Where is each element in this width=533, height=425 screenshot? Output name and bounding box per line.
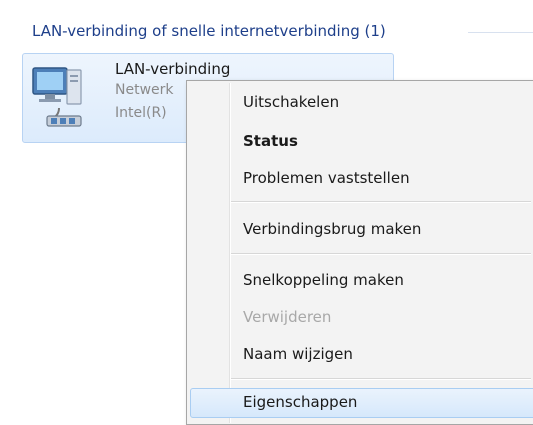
connection-name: LAN-verbinding: [115, 60, 231, 78]
group-header: LAN-verbinding of snelle internetverbind…: [32, 22, 386, 40]
menu-item-shortcut[interactable]: Snelkoppeling maken: [243, 271, 404, 289]
menu-item-disable[interactable]: Uitschakelen: [243, 93, 339, 111]
group-divider: [468, 32, 533, 33]
connection-subtitle-adapter: Intel(R): [115, 105, 167, 121]
menu-item-rename[interactable]: Naam wijzigen: [243, 345, 353, 363]
menu-separator: [231, 201, 531, 203]
connection-subtitle-network: Netwerk: [115, 82, 174, 98]
menu-item-diagnose[interactable]: Problemen vaststellen: [243, 169, 410, 187]
network-connections-window: LAN-verbinding of snelle internetverbind…: [0, 0, 533, 425]
menu-item-properties-highlight[interactable]: [190, 388, 533, 418]
menu-item-delete[interactable]: Verwijderen: [243, 308, 331, 326]
context-menu: Uitschakelen Status Problemen vaststelle…: [186, 80, 533, 425]
menu-separator: [231, 253, 531, 255]
menu-separator: [231, 378, 531, 380]
network-adapter-icon: [32, 67, 82, 127]
menu-item-bridge[interactable]: Verbindingsbrug maken: [243, 220, 421, 238]
menu-item-status[interactable]: Status: [243, 132, 298, 150]
menu-item-properties[interactable]: Eigenschappen: [243, 393, 357, 411]
